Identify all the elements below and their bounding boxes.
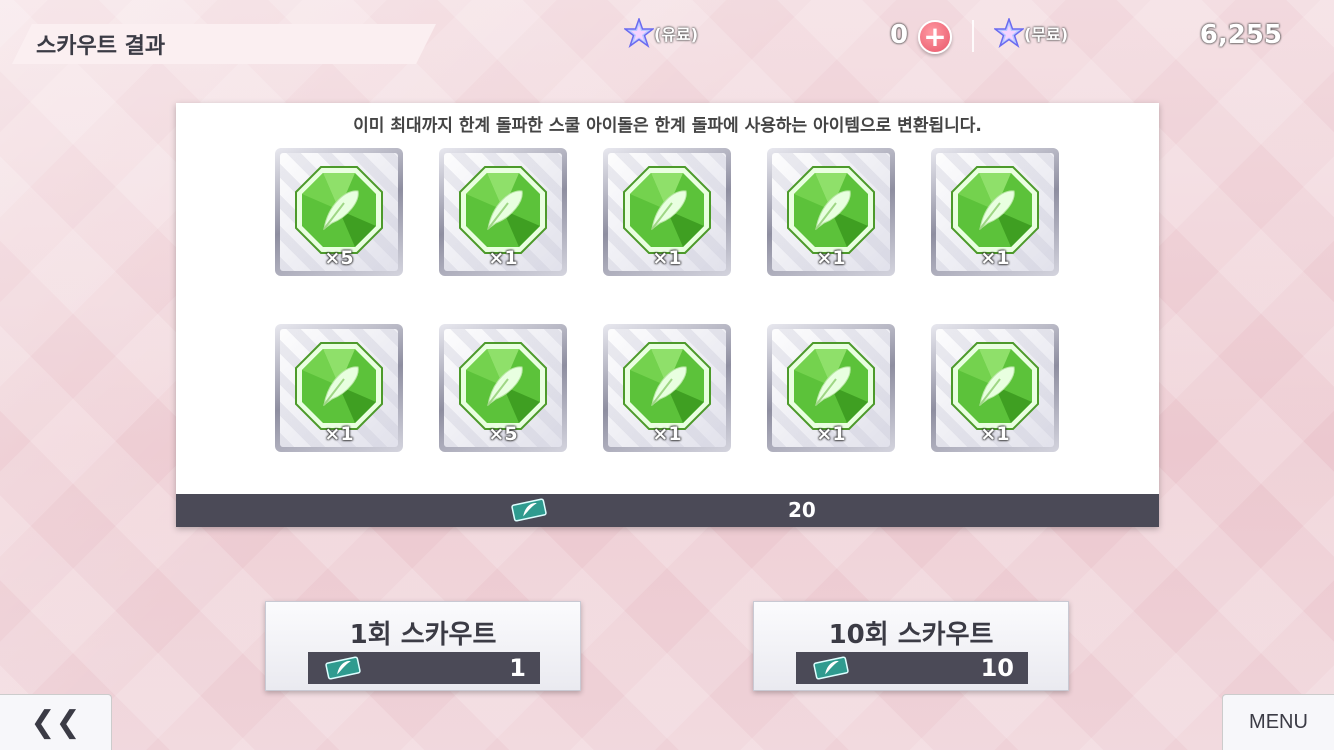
- reward-quantity: ×1: [324, 423, 354, 445]
- reward-item[interactable]: ×1: [931, 324, 1059, 452]
- reward-item-frame: ×1: [280, 329, 398, 447]
- reward-item-frame: ×1: [772, 153, 890, 271]
- add-currency-button[interactable]: +: [918, 20, 952, 54]
- ticket-icon: [510, 497, 548, 527]
- reward-item-frame: ×5: [444, 329, 562, 447]
- scout-1-cost-value: 1: [509, 654, 526, 682]
- reward-item-frame: ×1: [772, 329, 890, 447]
- reward-item[interactable]: ×1: [603, 148, 731, 276]
- reward-item[interactable]: ×5: [275, 148, 403, 276]
- reward-item-frame: ×1: [608, 329, 726, 447]
- reward-quantity: ×5: [488, 423, 518, 445]
- menu-button[interactable]: MENU: [1222, 694, 1334, 750]
- reward-item[interactable]: ×1: [275, 324, 403, 452]
- ticket-icon: [812, 655, 850, 685]
- back-button[interactable]: ❮❮: [0, 694, 112, 750]
- reward-item-frame: ×1: [936, 153, 1054, 271]
- scout-10-cost: 10: [796, 652, 1028, 684]
- reward-item-frame: ×1: [936, 329, 1054, 447]
- reward-quantity: ×1: [980, 423, 1010, 445]
- total-value: 20: [788, 498, 816, 522]
- star-gem-icon: [992, 16, 1026, 48]
- paid-count: 0: [890, 20, 909, 50]
- reward-item-frame: ×5: [280, 153, 398, 271]
- free-tag: (무료): [1024, 25, 1069, 44]
- reward-item[interactable]: ×1: [931, 148, 1059, 276]
- paid-tag: (유료): [654, 25, 699, 44]
- star-gem-icon: [622, 16, 656, 48]
- reward-item[interactable]: ×5: [439, 324, 567, 452]
- scout-10-label: 10회 스카우트: [828, 620, 994, 650]
- free-currency: (무료): [992, 16, 1069, 48]
- menu-label: MENU: [1249, 711, 1308, 733]
- free-count: 6,255: [1199, 20, 1282, 50]
- page-title-text: 스카우트 결과: [36, 34, 166, 59]
- ticket-icon: [324, 655, 362, 685]
- scout-10-button[interactable]: 10회 스카우트 10: [753, 601, 1069, 691]
- scout-1-cost: 1: [308, 652, 540, 684]
- page-title: 스카우트 결과: [12, 24, 436, 64]
- item-grid: ×5 ×1 ×1 ×1 ×1 ×1 ×5 ×1 ×1 ×1: [275, 148, 1059, 452]
- paid-currency: (유료): [622, 16, 699, 48]
- reward-quantity: ×1: [488, 247, 518, 269]
- scout-10-cost-value: 10: [980, 654, 1014, 682]
- reward-quantity: ×1: [652, 423, 682, 445]
- scout-1-button[interactable]: 1회 스카우트 1: [265, 601, 581, 691]
- reward-item-frame: ×1: [608, 153, 726, 271]
- total-bar: 20: [176, 494, 1159, 527]
- scout-1-label: 1회 스카우트: [349, 620, 497, 650]
- reward-quantity: ×5: [324, 247, 354, 269]
- divider: [972, 20, 974, 52]
- reward-quantity: ×1: [980, 247, 1010, 269]
- reward-item[interactable]: ×1: [603, 324, 731, 452]
- double-chevron-left-icon: ❮❮: [30, 705, 81, 740]
- scout-result-panel: 이미 최대까지 한계 돌파한 스쿨 아이돌은 한계 돌파에 사용하는 아이템으로…: [176, 103, 1159, 527]
- reward-item[interactable]: ×1: [767, 148, 895, 276]
- plus-icon: +: [923, 20, 947, 53]
- reward-quantity: ×1: [652, 247, 682, 269]
- notice-text: 이미 최대까지 한계 돌파한 스쿨 아이돌은 한계 돌파에 사용하는 아이템으로…: [353, 116, 982, 136]
- reward-item[interactable]: ×1: [439, 148, 567, 276]
- reward-quantity: ×1: [816, 247, 846, 269]
- reward-quantity: ×1: [816, 423, 846, 445]
- reward-item-frame: ×1: [444, 153, 562, 271]
- reward-item[interactable]: ×1: [767, 324, 895, 452]
